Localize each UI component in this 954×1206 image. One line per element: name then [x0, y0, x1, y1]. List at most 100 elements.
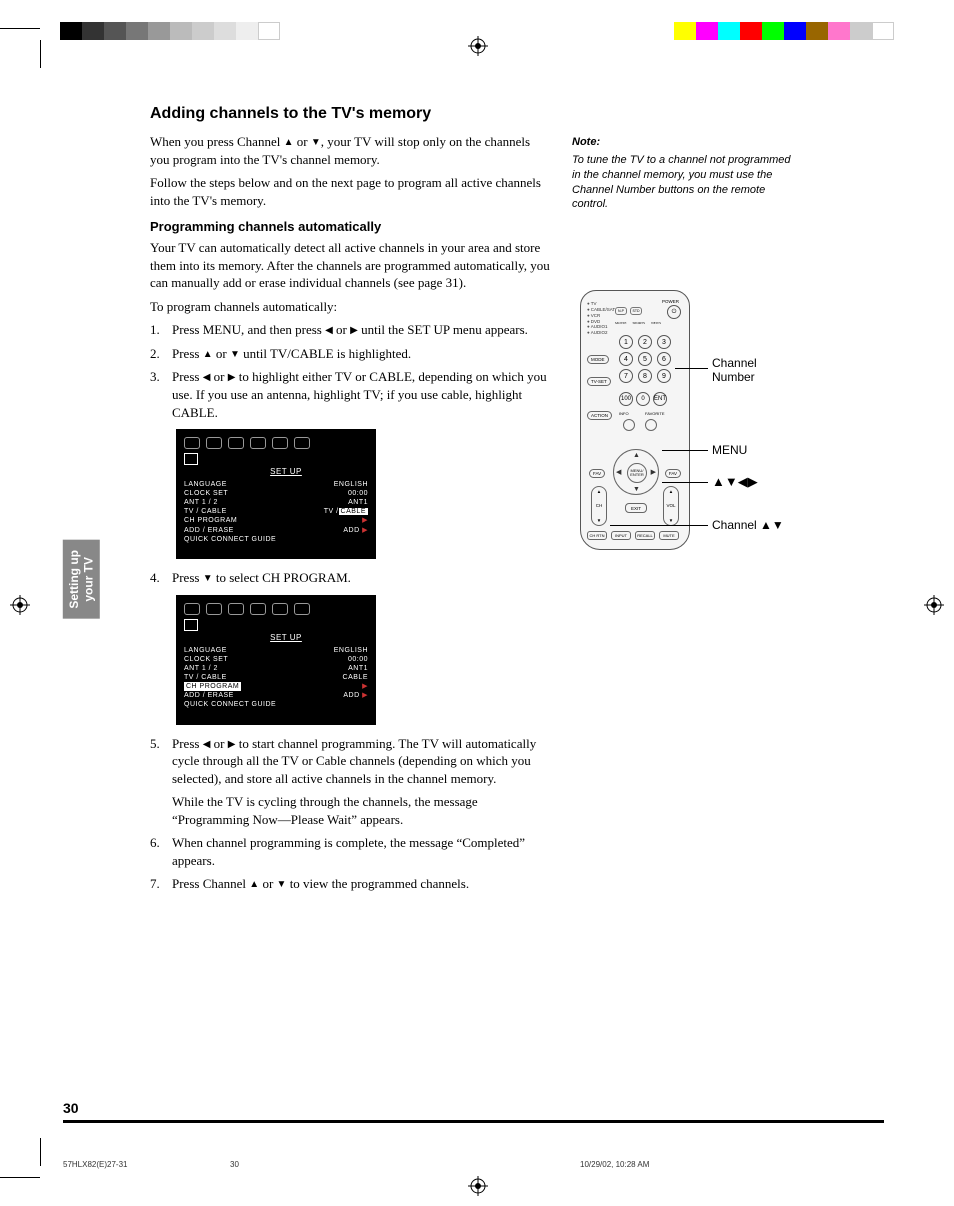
- num-button: 1: [619, 335, 633, 349]
- step-item: 2. Press ▲ or ▼ until TV/CABLE is highli…: [172, 345, 550, 363]
- osd-highlighted-row: CH PROGRAM: [184, 682, 241, 691]
- remote-numpad: 1 2 3 4 5 6 7 8 9: [619, 335, 673, 383]
- remote-bottom-row: CH RTN INPUT RECALL MUTE: [587, 531, 679, 540]
- remote-bottom-button: INPUT: [611, 531, 631, 540]
- num-button: 4: [619, 352, 633, 366]
- osd-tab-icon: [294, 603, 310, 615]
- callout-line: [662, 482, 708, 483]
- up-arrow-icon: ▲: [633, 451, 640, 459]
- callout-line: [675, 368, 708, 369]
- remote-bottom-button: RECALL: [635, 531, 655, 540]
- callout-arrows: ▲▼◀▶: [712, 474, 758, 490]
- body-paragraph: Your TV can automatically detect all act…: [150, 239, 550, 292]
- remote-device-list: TV CABLE/SAT VCR DVD AUDIO1 AUDIO2: [587, 301, 615, 336]
- tv-icon: [184, 453, 198, 465]
- osd-screenshot-2: SET UP LANGUAGEENGLISH CLOCK SET00:00 AN…: [176, 595, 376, 725]
- down-triangle-icon: ▼: [203, 573, 213, 584]
- main-column: Adding channels to the TV's memory When …: [150, 105, 550, 899]
- up-triangle-icon: ▲: [249, 879, 259, 890]
- osd-tab-icon: [228, 437, 244, 449]
- action-button: ACTION: [587, 411, 612, 420]
- info-label: INFO: [619, 411, 629, 416]
- osd-tab-icon: [250, 437, 266, 449]
- crop-mark: [40, 40, 41, 68]
- osd-highlighted-value: CABLE: [339, 508, 368, 515]
- step-item: 7. Press Channel ▲ or ▼ to view the prog…: [172, 875, 550, 893]
- right-arrow-icon: ▶: [362, 682, 368, 691]
- callout-channel-updown: Channel ▲▼: [712, 518, 784, 532]
- remote-small-button: STD: [630, 307, 642, 315]
- section-subheading: Programming channels automatically: [150, 219, 550, 234]
- exit-button: EXIT: [625, 503, 647, 513]
- footer-rule: [63, 1120, 884, 1123]
- remote-round-button: [645, 419, 657, 431]
- intro-paragraph-1: When you press Channel ▲ or ▼, your TV w…: [150, 133, 550, 168]
- step-item: 6.When channel programming is complete, …: [172, 834, 550, 869]
- page-number: 30: [63, 1100, 79, 1116]
- crop-mark: [0, 1177, 40, 1178]
- color-registration-bar-right: [674, 22, 894, 40]
- color-registration-bar-left: [60, 22, 280, 40]
- osd-screenshot-1: SET UP LANGUAGEENGLISH CLOCK SET00:00 AN…: [176, 429, 376, 559]
- osd-tab-icon: [294, 437, 310, 449]
- registration-mark-bottom: [468, 1176, 488, 1196]
- chapter-tab: Setting up your TV: [63, 540, 100, 619]
- num-button: 100: [619, 392, 633, 406]
- up-triangle-icon: ▲: [284, 137, 294, 148]
- right-arrow-icon: ▶: [362, 692, 368, 699]
- mode-button: MODE: [587, 355, 609, 364]
- osd-tab-icon: [228, 603, 244, 615]
- osd-tab-icon: [250, 603, 266, 615]
- callout-line: [610, 525, 708, 526]
- remote-dpad: MENU/ ENTER ▲ ▼ ◀ ▶: [613, 449, 659, 495]
- num-button: 8: [638, 369, 652, 383]
- num-button: 9: [657, 369, 671, 383]
- right-triangle-icon: ▶: [350, 325, 358, 336]
- remote-bottom-button: MUTE: [659, 531, 679, 540]
- registration-mark-top: [468, 36, 488, 56]
- num-button: 6: [657, 352, 671, 366]
- osd-tab-icon: [184, 603, 200, 615]
- osd-tab-icon: [272, 603, 288, 615]
- callout-menu: MENU: [712, 443, 747, 457]
- favorite-label: FAVORITE: [645, 411, 664, 416]
- remote-small-button: N-P: [615, 307, 627, 315]
- down-triangle-icon: ▼: [277, 879, 287, 890]
- num-button: 0: [636, 392, 650, 406]
- remote-bottom-num-row: 100 0 ENT: [619, 392, 667, 406]
- callout-channel-number: Channel Number: [712, 356, 757, 384]
- step-item: 3. Press ◀ or ▶ to highlight either TV o…: [172, 368, 550, 421]
- power-button-icon: ⏻: [667, 305, 681, 319]
- ch-rocker: ▲CH▼: [591, 486, 607, 526]
- right-arrow-icon: ▶: [362, 516, 368, 525]
- intro-paragraph-2: Follow the steps below and on the next p…: [150, 174, 550, 209]
- remote-body: TV CABLE/SAT VCR DVD AUDIO1 AUDIO2 POWER…: [580, 290, 690, 550]
- note-heading: Note:: [572, 135, 792, 150]
- num-button: ENT: [653, 392, 667, 406]
- registration-mark-left: [10, 595, 30, 615]
- osd-tab-icon: [206, 437, 222, 449]
- down-triangle-icon: ▼: [230, 349, 240, 360]
- right-arrow-icon: ▶: [362, 527, 368, 534]
- tvset-button: TV-SET: [587, 377, 611, 386]
- footer-page: 30: [230, 1160, 239, 1169]
- step-item: 4. Press ▼ to select CH PROGRAM.: [172, 569, 550, 587]
- steps-list: 1. Press MENU, and then press ◀ or ▶ unt…: [150, 321, 550, 421]
- osd-title: SET UP: [184, 467, 368, 476]
- osd-tab-icon: [206, 603, 222, 615]
- body-paragraph: To program channels automatically:: [150, 298, 550, 316]
- remote-bottom-button: CH RTN: [587, 531, 607, 540]
- power-label: POWER: [662, 299, 679, 304]
- crop-mark: [0, 28, 40, 29]
- vol-rocker: ▲VOL▼: [663, 486, 679, 526]
- down-arrow-icon: ▼: [633, 485, 640, 493]
- num-button: 2: [638, 335, 652, 349]
- footer-filename: 57HLX82(E)27-31: [63, 1160, 127, 1169]
- note-body: To tune the TV to a channel not programm…: [572, 153, 792, 212]
- note-sidebar: Note: To tune the TV to a channel not pr…: [572, 135, 792, 212]
- down-triangle-icon: ▼: [311, 137, 321, 148]
- osd-tab-icon: [184, 437, 200, 449]
- up-triangle-icon: ▲: [203, 349, 213, 360]
- num-button: 3: [657, 335, 671, 349]
- right-arrow-icon: ▶: [651, 468, 656, 476]
